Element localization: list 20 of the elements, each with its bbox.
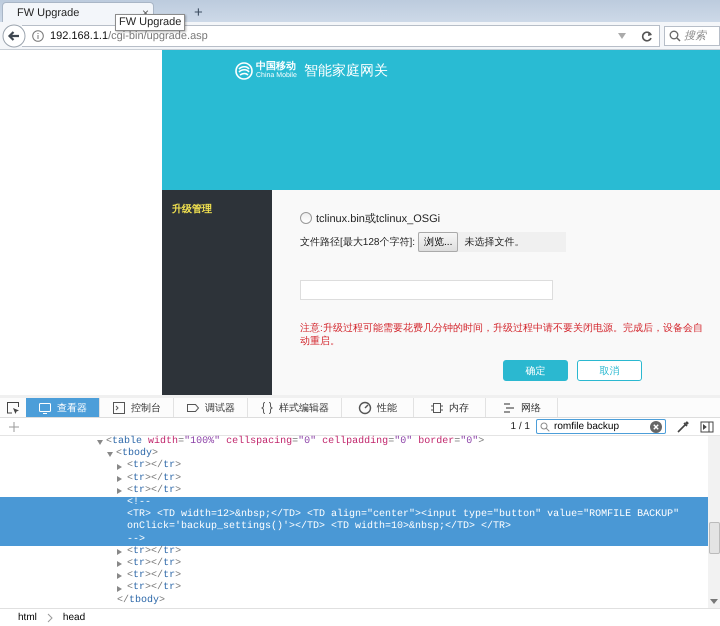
markup-line: </tbody> (117, 594, 166, 607)
comment-text: <!-- <TR> <TD width=12>&nbsp;</TD> <TD align="center"><input type="button" value="ROMFILE BACKUP" onClick='backup_settings()'></TD> <TD width=10>&nbsp;</TD> </TR> --> (127, 497, 680, 546)
brand-name: 中国移动 (256, 62, 296, 71)
markup-line: <tr></tr> (127, 484, 182, 497)
tooltip: FW Upgrade (115, 14, 186, 31)
markup-line: <tr></tr> (127, 472, 182, 484)
product-title: 智能家庭网关 (304, 62, 388, 80)
warning-note: 注意:升级过程可能需要花费几分钟的时间，升级过程中请不要关闭电源。完成后，设备会自动重启。 (300, 322, 704, 348)
markup-line: <tr></tr> (127, 460, 182, 472)
match-count: 1 / 1 (510, 421, 530, 432)
file-status: 未选择文件。 (464, 236, 524, 249)
markup-line: <tr></tr> (127, 570, 182, 582)
markup-line: <tr></tr> (127, 558, 182, 570)
markup-line: <tr></tr> (127, 546, 182, 558)
markup-line: <tbody> (116, 448, 158, 460)
field-label: 文件路径[最大128个字符]: (300, 236, 416, 249)
markup-line: <table width="100%" cellspacing="0" cellpadding="0" border="0"> (106, 436, 484, 448)
markup-line: <tr></tr> (127, 582, 182, 594)
url-text: 192.168.1.1/cgi-bin/upgrade.asp (50, 30, 208, 42)
option-label: tclinux.bin或tclinux_OSGi (316, 212, 440, 226)
